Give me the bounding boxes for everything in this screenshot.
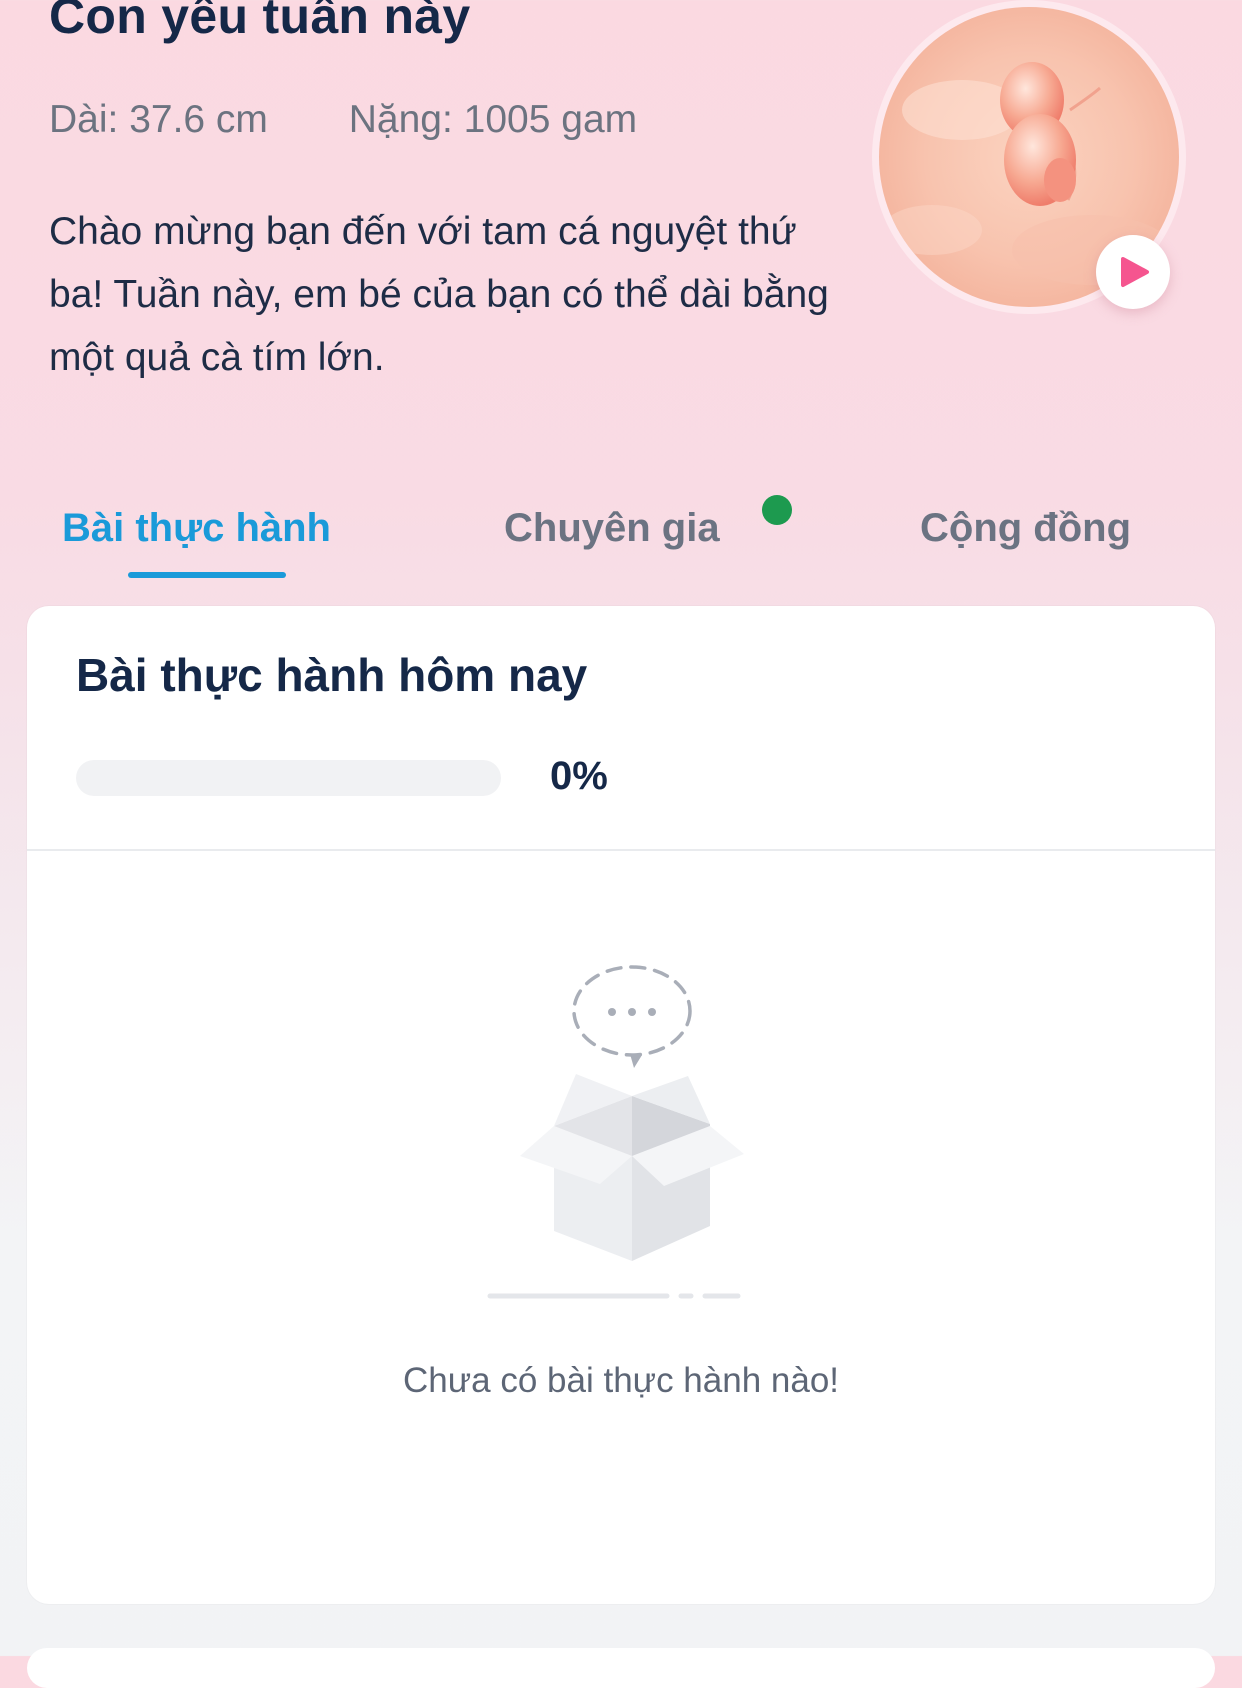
- tab-experts[interactable]: Chuyên gia: [504, 506, 720, 551]
- week-description: Chào mừng bạn đến với tam cá nguyệt thứ …: [49, 210, 829, 379]
- notification-dot: [762, 495, 792, 525]
- next-card: [27, 1648, 1215, 1688]
- tab-practice[interactable]: Bài thực hành: [62, 506, 331, 551]
- practice-card: Bài thực hành hôm nay 0% Chưa có bài thự…: [27, 606, 1215, 1604]
- progress-percent: 0%: [550, 754, 608, 798]
- play-button[interactable]: [1096, 235, 1170, 309]
- practice-title: Bài thực hành hôm nay: [76, 649, 588, 701]
- active-tab-indicator: [128, 572, 286, 578]
- baby-stats: Dài: 37.6 cm Nặng: 1005 gam: [49, 96, 707, 144]
- progress-bar: [76, 760, 501, 796]
- baby-weight: Nặng: 1005 gam: [348, 98, 638, 141]
- page-title: Con yêu tuần này: [49, 0, 471, 44]
- tab-bar: Bài thực hành Chuyên gia Cộng đồng: [0, 490, 1242, 580]
- baby-length: Dài: 37.6 cm: [49, 98, 268, 141]
- empty-state-text: Chưa có bài thực hành nào!: [402, 1361, 840, 1400]
- empty-box-icon: [487, 965, 744, 1299]
- card-divider: [27, 849, 1215, 851]
- tab-community[interactable]: Cộng đồng: [920, 506, 1131, 551]
- play-icon: [1121, 257, 1149, 287]
